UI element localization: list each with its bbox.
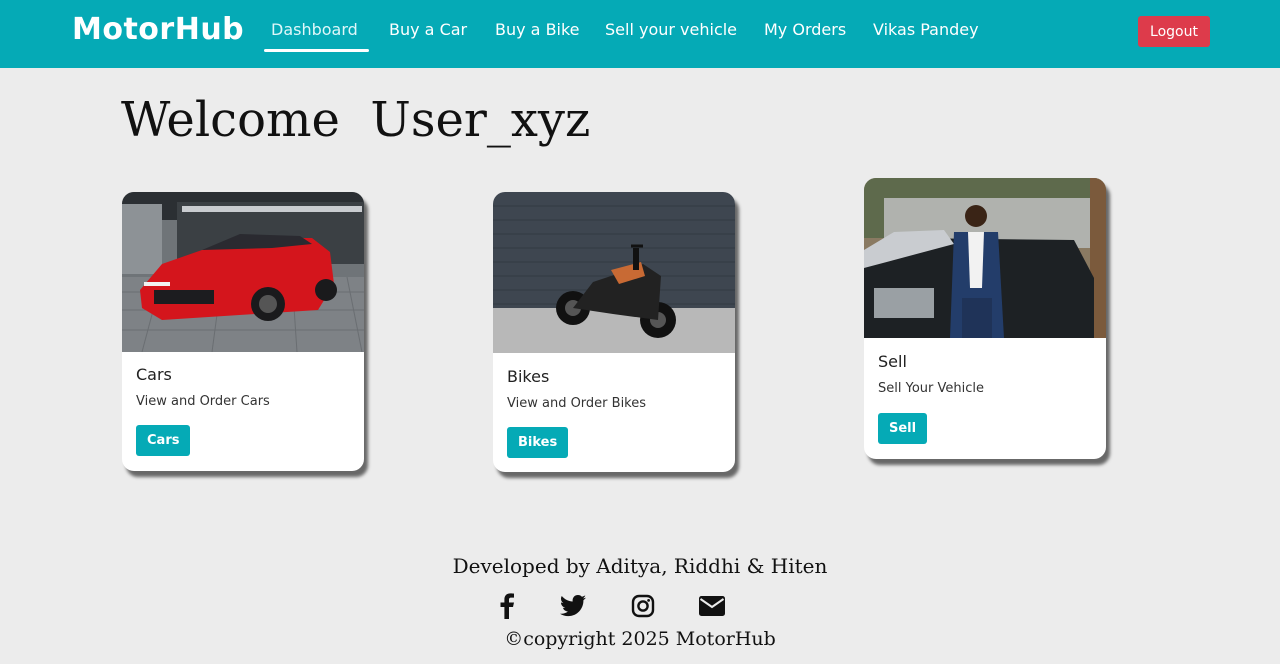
bikes-button[interactable]: Bikes [507,427,569,458]
nav-my-orders[interactable]: My Orders [764,20,846,39]
active-nav-indicator [264,49,369,52]
sell-card: Sell Sell Your Vehicle Sell [864,178,1106,459]
bikes-card: Bikes View and Order Bikes Bikes [493,192,735,472]
nav-dashboard[interactable]: Dashboard [271,20,358,39]
bike-image [493,192,735,353]
card-description: Sell Your Vehicle [878,381,984,396]
email-icon[interactable] [698,592,726,620]
twitter-icon[interactable] [559,592,587,620]
nav-buy-car[interactable]: Buy a Car [389,20,467,39]
nav-user-profile[interactable]: Vikas Pandey [873,20,979,39]
card-title: Cars [136,365,172,384]
card-description: View and Order Bikes [507,396,647,411]
seller-image [864,178,1106,338]
nav-buy-bike[interactable]: Buy a Bike [495,20,580,39]
developers-credit: Developed by Aditya, Riddhi & Hiten [452,554,828,578]
card-title: Bikes [507,367,550,386]
instagram-icon[interactable] [629,592,657,620]
cars-button[interactable]: Cars [136,425,191,456]
nav-sell-vehicle[interactable]: Sell your vehicle [605,20,737,39]
copyright-text: ©copyright 2025 MotorHub [504,628,776,650]
navbar: MotorHub Dashboard Buy a Car Buy a Bike … [0,0,1280,68]
brand-logo[interactable]: MotorHub [72,12,244,47]
welcome-heading: Welcome User_xyz [121,92,591,148]
facebook-icon[interactable] [493,592,521,620]
card-description: View and Order Cars [136,394,270,409]
card-title: Sell [878,352,907,371]
sell-button[interactable]: Sell [878,413,928,444]
cars-card: Cars View and Order Cars Cars [122,192,364,471]
logout-button[interactable]: Logout [1138,16,1210,47]
car-image [122,192,364,352]
